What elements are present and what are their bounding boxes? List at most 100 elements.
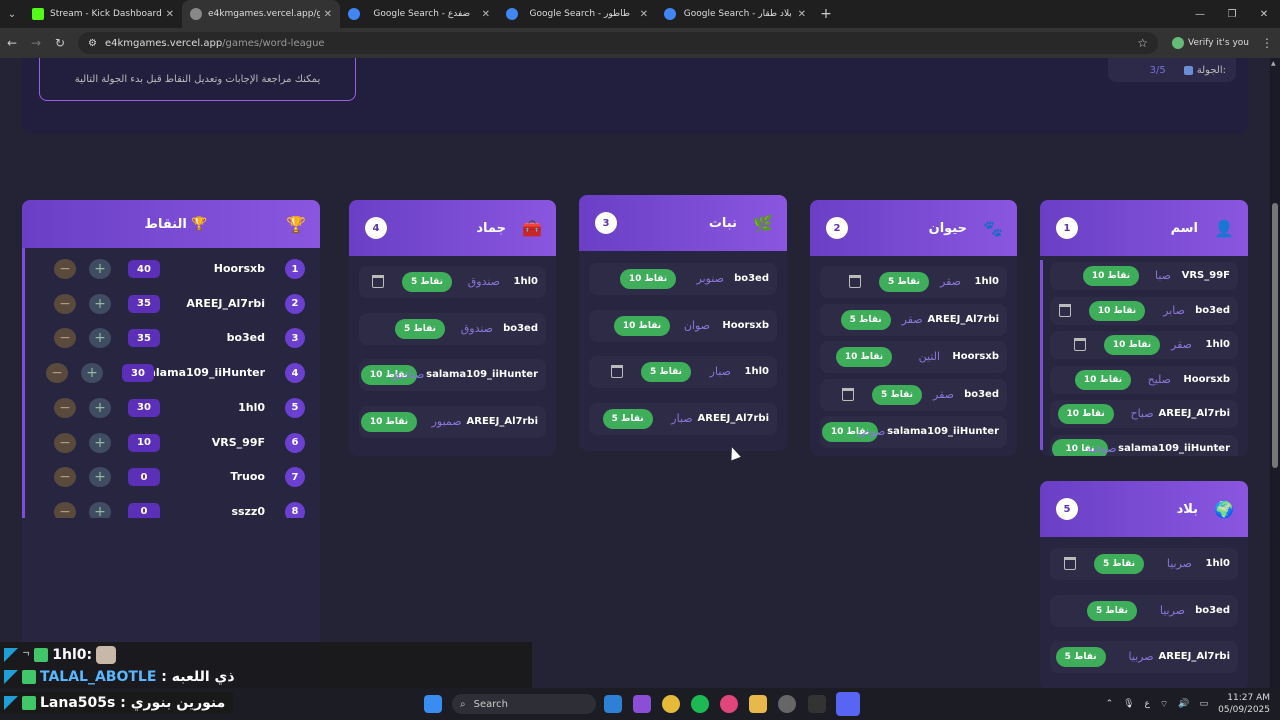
answer-row: 10 نقاط صابر bo3ed [1050, 296, 1238, 325]
minus-button[interactable]: − [54, 328, 76, 349]
microphone-icon[interactable]: 🎙 [1123, 699, 1134, 709]
close-icon[interactable]: ✕ [324, 9, 332, 20]
plus-button[interactable]: + [89, 467, 111, 488]
score-value: 35 [128, 329, 160, 348]
plus-button[interactable]: + [89, 432, 111, 453]
points-button[interactable]: 10 نقاط [1057, 404, 1114, 424]
trash-icon[interactable] [372, 275, 384, 288]
chevron-up-icon[interactable]: ⌃ [1106, 699, 1114, 709]
scroll-up-icon[interactable]: ▲ [1271, 60, 1276, 67]
forward-icon[interactable]: → [24, 28, 48, 58]
wifi-icon[interactable]: ⌔ [1160, 699, 1168, 710]
close-icon[interactable]: ✕ [482, 9, 490, 20]
bookmark-star-icon[interactable]: ☆ [1137, 36, 1148, 50]
close-window-icon[interactable]: ✕ [1248, 0, 1280, 28]
trash-icon[interactable] [842, 387, 854, 401]
minus-button[interactable]: − [54, 259, 76, 279]
category-title: جماد [476, 220, 506, 236]
points-button[interactable]: 5 نقاط [602, 408, 653, 429]
points-button[interactable]: 10 نقاط [1075, 369, 1131, 390]
points-button[interactable]: 10 نقاط [614, 315, 670, 336]
menu-icon[interactable]: ⋮ [1261, 36, 1273, 50]
tab-kick-dashboard[interactable]: Stream - Kick Dashboard ✕ [24, 0, 182, 28]
discord-icon[interactable] [836, 692, 860, 716]
battery-icon[interactable]: ▭ [1200, 699, 1209, 709]
points-button[interactable]: 5 نقاط [641, 362, 691, 382]
scrollbar-thumb[interactable] [1272, 203, 1278, 468]
close-icon[interactable]: ✕ [798, 9, 806, 20]
points-button[interactable]: 5 نقاط [402, 272, 452, 292]
minus-button[interactable]: − [54, 432, 76, 453]
language-indicator[interactable]: ع [1145, 699, 1150, 709]
minus-button[interactable]: − [46, 363, 68, 384]
windows-start-icon[interactable] [424, 695, 442, 713]
answer-player: 1hl0 [744, 366, 769, 377]
volume-icon[interactable]: 🔊 [1178, 699, 1189, 709]
minus-button[interactable]: − [54, 501, 76, 518]
score-row: 3 bo3ed 35 + − [28, 323, 313, 353]
points-button[interactable]: 5 نقاط [872, 384, 922, 405]
plus-button[interactable]: + [89, 328, 111, 349]
trash-icon[interactable] [849, 275, 861, 288]
points-button[interactable]: 5 نقاط [395, 318, 445, 339]
tab-google-search-1[interactable]: Google Search - ضفدع ✕ [340, 0, 498, 28]
clock[interactable]: 11:27 AM 05/09/2025 [1218, 692, 1270, 716]
answer-row: 5 نقاط صقر AREEJ_Al7rbi [820, 303, 1007, 336]
trash-icon[interactable] [1064, 557, 1076, 570]
new-tab-button[interactable]: + [814, 6, 838, 22]
spotify-icon[interactable] [691, 695, 709, 713]
scores-title-text: النقاط [144, 216, 187, 232]
reload-icon[interactable]: ↻ [48, 28, 72, 58]
site-info-icon[interactable]: ⚙ [88, 38, 97, 49]
kick-badge-icon [4, 696, 18, 710]
trash-icon[interactable] [1059, 303, 1071, 317]
vscode-icon[interactable] [604, 695, 622, 713]
points-button[interactable]: 5 نقاط [1055, 647, 1106, 667]
terminal-icon[interactable] [808, 695, 826, 713]
plus-button[interactable]: + [89, 293, 111, 314]
restore-icon[interactable]: ❐ [1216, 0, 1248, 28]
points-button[interactable]: 10 نقاط [1089, 300, 1145, 321]
answer-word: صندوق [467, 275, 500, 288]
answer-word: صندوق [460, 321, 493, 335]
points-button[interactable]: 10 نقاط [1083, 266, 1139, 286]
trash-icon[interactable] [1074, 338, 1086, 351]
close-icon[interactable]: ✕ [166, 9, 174, 20]
category-icon: 🌿 [753, 213, 773, 233]
scroll-accent [1040, 260, 1043, 450]
verify-button[interactable]: Verify it's you [1172, 37, 1249, 49]
points-button[interactable]: 5 نقاط [879, 272, 929, 292]
minus-button[interactable]: − [54, 293, 76, 314]
minimize-icon[interactable]: — [1184, 0, 1216, 28]
close-icon[interactable]: ✕ [640, 9, 648, 20]
url-field[interactable]: ⚙ e4kmgames.vercel.app/games/word-league… [78, 32, 1158, 54]
answer-player: bo3ed [503, 322, 538, 334]
page-scrollbar[interactable]: ▲ [1270, 58, 1280, 688]
points-button[interactable]: 10 نقاط [361, 411, 417, 432]
back-icon[interactable]: ← [0, 28, 24, 58]
points-button[interactable]: 10 نقاط [620, 269, 676, 289]
trash-icon[interactable] [611, 365, 623, 378]
file-explorer-icon[interactable] [749, 695, 767, 713]
points-button[interactable]: 10 نقاط [1104, 335, 1160, 355]
tab-google-search-3[interactable]: Google Search - بلاد طقار ✕ [656, 0, 814, 28]
plus-button[interactable]: + [89, 501, 111, 518]
taskbar-search[interactable]: ⌕ Search [452, 694, 596, 714]
scores-list[interactable]: 1 Hoorsxb 40 + −2 AREEJ_Al7rbi 35 + −3 bo3ed 35 + −4… [28, 254, 313, 518]
plus-button[interactable]: + [81, 363, 103, 384]
chrome-icon[interactable] [662, 695, 680, 713]
tab-google-search-2[interactable]: Google Search - طاطور ✕ [498, 0, 656, 28]
plus-button[interactable]: + [89, 259, 111, 279]
tab-search-icon[interactable]: ⌄ [0, 0, 24, 28]
points-button[interactable]: 5 نقاط [1087, 600, 1137, 621]
minus-button[interactable]: − [54, 467, 76, 488]
points-button[interactable]: 5 نقاط [1094, 554, 1144, 574]
points-button[interactable]: 10 نقاط [836, 347, 892, 367]
minus-button[interactable]: − [54, 397, 76, 418]
visual-studio-icon[interactable] [633, 695, 651, 713]
tab-word-league[interactable]: e4kmgames.vercel.app/games/ ✕ [182, 0, 340, 28]
points-button[interactable]: 5 نقاط [840, 309, 891, 330]
plus-button[interactable]: + [89, 397, 111, 418]
osu-icon[interactable] [720, 695, 738, 713]
obs-icon[interactable] [778, 695, 796, 713]
